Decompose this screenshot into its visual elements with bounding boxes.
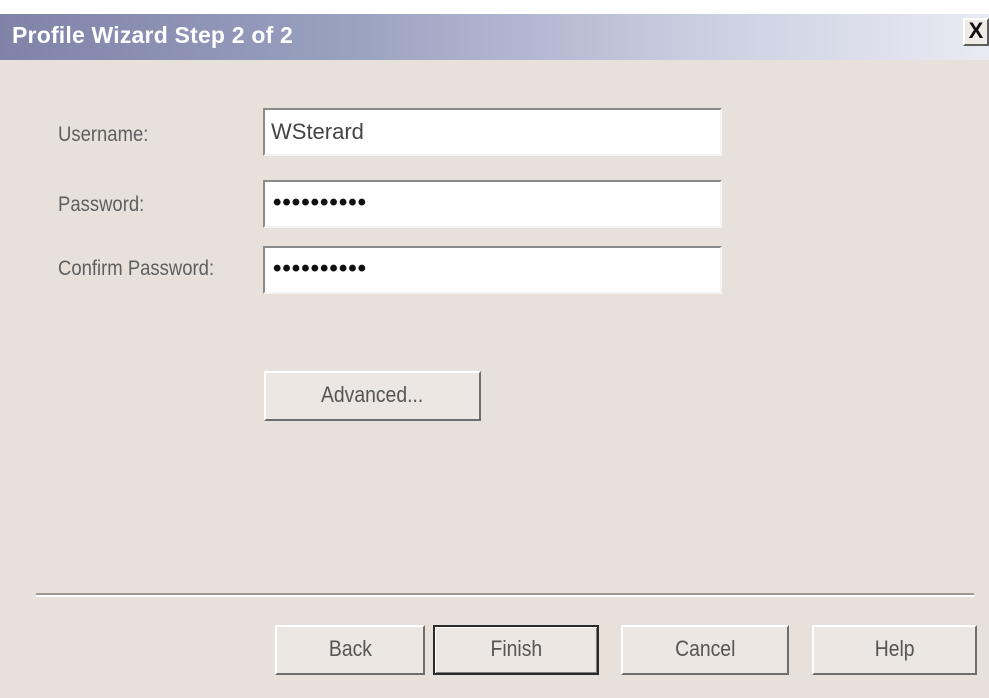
username-input[interactable] [263, 108, 722, 156]
close-button[interactable]: X [963, 18, 989, 46]
close-icon: X [968, 18, 984, 43]
footer-divider [36, 593, 974, 597]
finish-button-label: Finish [490, 636, 542, 661]
advanced-button-label: Advanced... [321, 382, 424, 407]
password-label: Password: [58, 193, 145, 216]
username-label: Username: [58, 123, 149, 146]
help-button-label: Help [874, 636, 915, 661]
password-input[interactable]: •••••••••• [263, 180, 722, 228]
advanced-button[interactable]: Advanced... [264, 371, 481, 421]
cancel-button[interactable]: Cancel [621, 625, 789, 675]
back-button-label: Back [328, 636, 372, 661]
confirm-password-mask: •••••••••• [273, 255, 368, 282]
confirm-password-label: Confirm Password: [58, 257, 215, 280]
cancel-button-label: Cancel [674, 636, 736, 661]
window-title: Profile Wizard Step 2 of 2 [12, 22, 294, 48]
confirm-password-input[interactable]: •••••••••• [263, 246, 722, 294]
profile-wizard-dialog: Profile Wizard Step 2 of 2 X Username: P… [0, 0, 989, 698]
finish-button[interactable]: Finish [433, 625, 599, 675]
password-mask: •••••••••• [273, 189, 368, 216]
help-button[interactable]: Help [812, 625, 977, 675]
back-button[interactable]: Back [275, 625, 425, 675]
title-bar: Profile Wizard Step 2 of 2 X [0, 0, 989, 60]
